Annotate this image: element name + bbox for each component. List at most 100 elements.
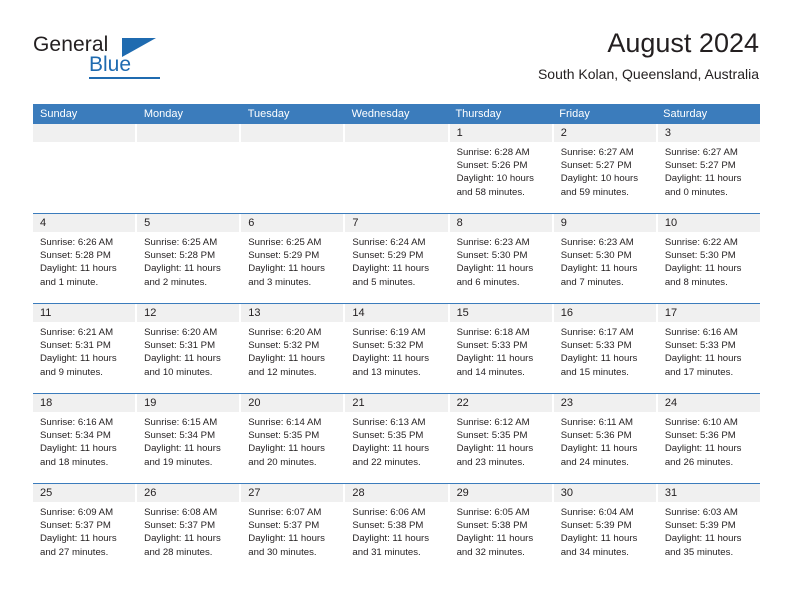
sunrise-text: Sunrise: 6:25 AM: [144, 237, 218, 248]
day-number[interactable]: 17: [657, 304, 760, 322]
day-number[interactable]: 28: [345, 484, 448, 502]
sunset-text: Sunset: 5:31 PM: [40, 340, 111, 352]
weekday-header-saturday: Saturday: [663, 108, 708, 120]
day-number[interactable]: 26: [137, 484, 240, 502]
sunrise-text: Sunrise: 6:20 AM: [248, 327, 322, 338]
day-cell-empty: [33, 142, 135, 213]
day-cell: Sunrise: 6:05 AM Sunset: 5:38 PM Daylight:…: [450, 502, 552, 573]
day-cell: Sunrise: 6:13 AM Sunset: 5:35 PM Daylight:…: [345, 412, 447, 483]
day-number[interactable]: 1: [449, 124, 552, 142]
day-number[interactable]: 19: [137, 394, 240, 412]
brand-name-bottom: Blue: [89, 53, 132, 76]
day-number[interactable]: 27: [241, 484, 344, 502]
day-number[interactable]: 4: [33, 214, 136, 232]
day-number[interactable]: 9: [553, 214, 656, 232]
day-number[interactable]: 2: [553, 124, 656, 142]
calendar-week-row: 4 5 6 7 8 9 10 Sunrise: 6:26 AM Sunset: 5:28 PM D…: [33, 213, 760, 303]
sunset-text: Sunset: 5:30 PM: [664, 250, 736, 262]
brand-logo: General Blue: [33, 33, 213, 83]
day-number[interactable]: 23: [553, 394, 656, 412]
daylight-text-line2: and 19 minutes.: [144, 456, 213, 468]
daylight-text-line1: Daylight: 11 hours: [40, 443, 117, 455]
day-number[interactable]: 20: [241, 394, 344, 412]
day-number[interactable]: 29: [449, 484, 552, 502]
sunrise-text: Sunrise: 6:20 AM: [144, 327, 218, 338]
daylight-text-line2: and 7 minutes.: [560, 276, 624, 288]
sunset-text: Sunset: 5:32 PM: [352, 340, 424, 352]
day-cell-empty: [137, 142, 239, 213]
day-cell: Sunrise: 6:28 AM Sunset: 5:26 PM Daylight:…: [450, 142, 552, 213]
daylight-text-line2: and 8 minutes.: [664, 276, 728, 288]
daylight-text-line2: and 22 minutes.: [352, 456, 421, 468]
day-cell: Sunrise: 6:16 AM Sunset: 5:33 PM Daylight:…: [658, 322, 760, 393]
calendar-weeks: 1 2 3 Sunrise: 6:28 AM Sunset: 5:26 PM Daylig…: [33, 124, 760, 573]
day-number[interactable]: 24: [657, 394, 760, 412]
calendar-week-row: 11 12 13 14 15 16 17 Sunrise: 6:21 AM Sunset: 5:…: [33, 303, 760, 393]
sunset-text: Sunset: 5:34 PM: [40, 430, 111, 442]
day-cell: Sunrise: 6:14 AM Sunset: 5:35 PM Daylight:…: [241, 412, 343, 483]
sunset-text: Sunset: 5:34 PM: [144, 430, 216, 442]
sunset-text: Sunset: 5:35 PM: [352, 430, 424, 442]
daylight-text-line1: Daylight: 10 hours: [456, 173, 534, 185]
day-number[interactable]: 22: [449, 394, 552, 412]
daylight-text-line1: Daylight: 11 hours: [40, 353, 117, 365]
daylight-text-line1: Daylight: 11 hours: [664, 173, 742, 185]
daylight-text-line1: Daylight: 11 hours: [40, 263, 117, 275]
day-number[interactable]: 8: [449, 214, 552, 232]
calendar-week-row: 18 19 20 21 22 23 24 Sunrise: 6:16 AM Sunset: 5:…: [33, 393, 760, 483]
sunset-text: Sunset: 5:39 PM: [664, 520, 736, 532]
day-cell-empty: [345, 142, 447, 213]
daylight-text-line2: and 14 minutes.: [456, 366, 525, 378]
sunset-text: Sunset: 5:29 PM: [352, 250, 424, 262]
daylight-text-line1: Daylight: 11 hours: [352, 443, 430, 455]
day-cell: Sunrise: 6:03 AM Sunset: 5:39 PM Daylight:…: [658, 502, 760, 573]
day-number[interactable]: 18: [33, 394, 136, 412]
day-cell: Sunrise: 6:08 AM Sunset: 5:37 PM Daylight:…: [137, 502, 239, 573]
day-number[interactable]: 5: [137, 214, 240, 232]
daylight-text-line2: and 12 minutes.: [248, 366, 317, 378]
day-cell: Sunrise: 6:07 AM Sunset: 5:37 PM Daylight:…: [241, 502, 343, 573]
day-cell: Sunrise: 6:27 AM Sunset: 5:27 PM Daylight:…: [554, 142, 656, 213]
day-number[interactable]: 12: [137, 304, 240, 322]
daylight-text-line1: Daylight: 11 hours: [560, 263, 638, 275]
day-number[interactable]: 31: [657, 484, 760, 502]
day-number[interactable]: 7: [345, 214, 448, 232]
daylight-text-line1: Daylight: 11 hours: [248, 353, 325, 365]
day-number[interactable]: 25: [33, 484, 136, 502]
day-cell: Sunrise: 6:15 AM Sunset: 5:34 PM Daylight:…: [137, 412, 239, 483]
sunset-text: Sunset: 5:38 PM: [352, 520, 424, 532]
day-number[interactable]: 16: [553, 304, 656, 322]
sunset-text: Sunset: 5:26 PM: [456, 160, 528, 172]
day-detail-band: Sunrise: 6:26 AM Sunset: 5:28 PM Daylight:…: [33, 232, 760, 303]
day-number[interactable]: 11: [33, 304, 136, 322]
daylight-text-line2: and 6 minutes.: [456, 276, 520, 288]
day-detail-band: Sunrise: 6:16 AM Sunset: 5:34 PM Daylight:…: [33, 412, 760, 483]
day-number[interactable]: 3: [657, 124, 760, 142]
day-number-band: 25 26 27 28 29 30 31: [33, 484, 760, 502]
daylight-text-line2: and 0 minutes.: [664, 186, 728, 198]
daylight-text-line1: Daylight: 11 hours: [144, 353, 221, 365]
day-number[interactable]: 30: [553, 484, 656, 502]
weekday-header-friday: Friday: [559, 108, 590, 120]
calendar-week-row: 25 26 27 28 29 30 31 Sunrise: 6:09 AM Sunset: 5:…: [33, 483, 760, 573]
day-cell: Sunrise: 6:22 AM Sunset: 5:30 PM Daylight:…: [658, 232, 760, 303]
day-number[interactable]: 10: [657, 214, 760, 232]
day-number[interactable]: 13: [241, 304, 344, 322]
day-detail-band: Sunrise: 6:28 AM Sunset: 5:26 PM Daylight:…: [33, 142, 760, 213]
daylight-text-line2: and 17 minutes.: [664, 366, 734, 378]
daylight-text-line2: and 35 minutes.: [664, 546, 734, 558]
day-cell: Sunrise: 6:17 AM Sunset: 5:33 PM Daylight:…: [554, 322, 656, 393]
day-number[interactable]: 14: [345, 304, 448, 322]
daylight-text-line2: and 18 minutes.: [40, 456, 109, 468]
sunrise-text: Sunrise: 6:25 AM: [248, 237, 322, 248]
day-cell: Sunrise: 6:19 AM Sunset: 5:32 PM Daylight:…: [345, 322, 447, 393]
day-cell: Sunrise: 6:16 AM Sunset: 5:34 PM Daylight:…: [33, 412, 135, 483]
day-number[interactable]: 21: [345, 394, 448, 412]
day-number[interactable]: 6: [241, 214, 344, 232]
sunrise-text: Sunrise: 6:15 AM: [144, 417, 218, 428]
day-cell: Sunrise: 6:18 AM Sunset: 5:33 PM Daylight:…: [450, 322, 552, 393]
day-number[interactable]: 15: [449, 304, 552, 322]
daylight-text-line1: Daylight: 11 hours: [456, 353, 534, 365]
sunrise-text: Sunrise: 6:13 AM: [352, 417, 426, 428]
sunset-text: Sunset: 5:35 PM: [456, 430, 528, 442]
